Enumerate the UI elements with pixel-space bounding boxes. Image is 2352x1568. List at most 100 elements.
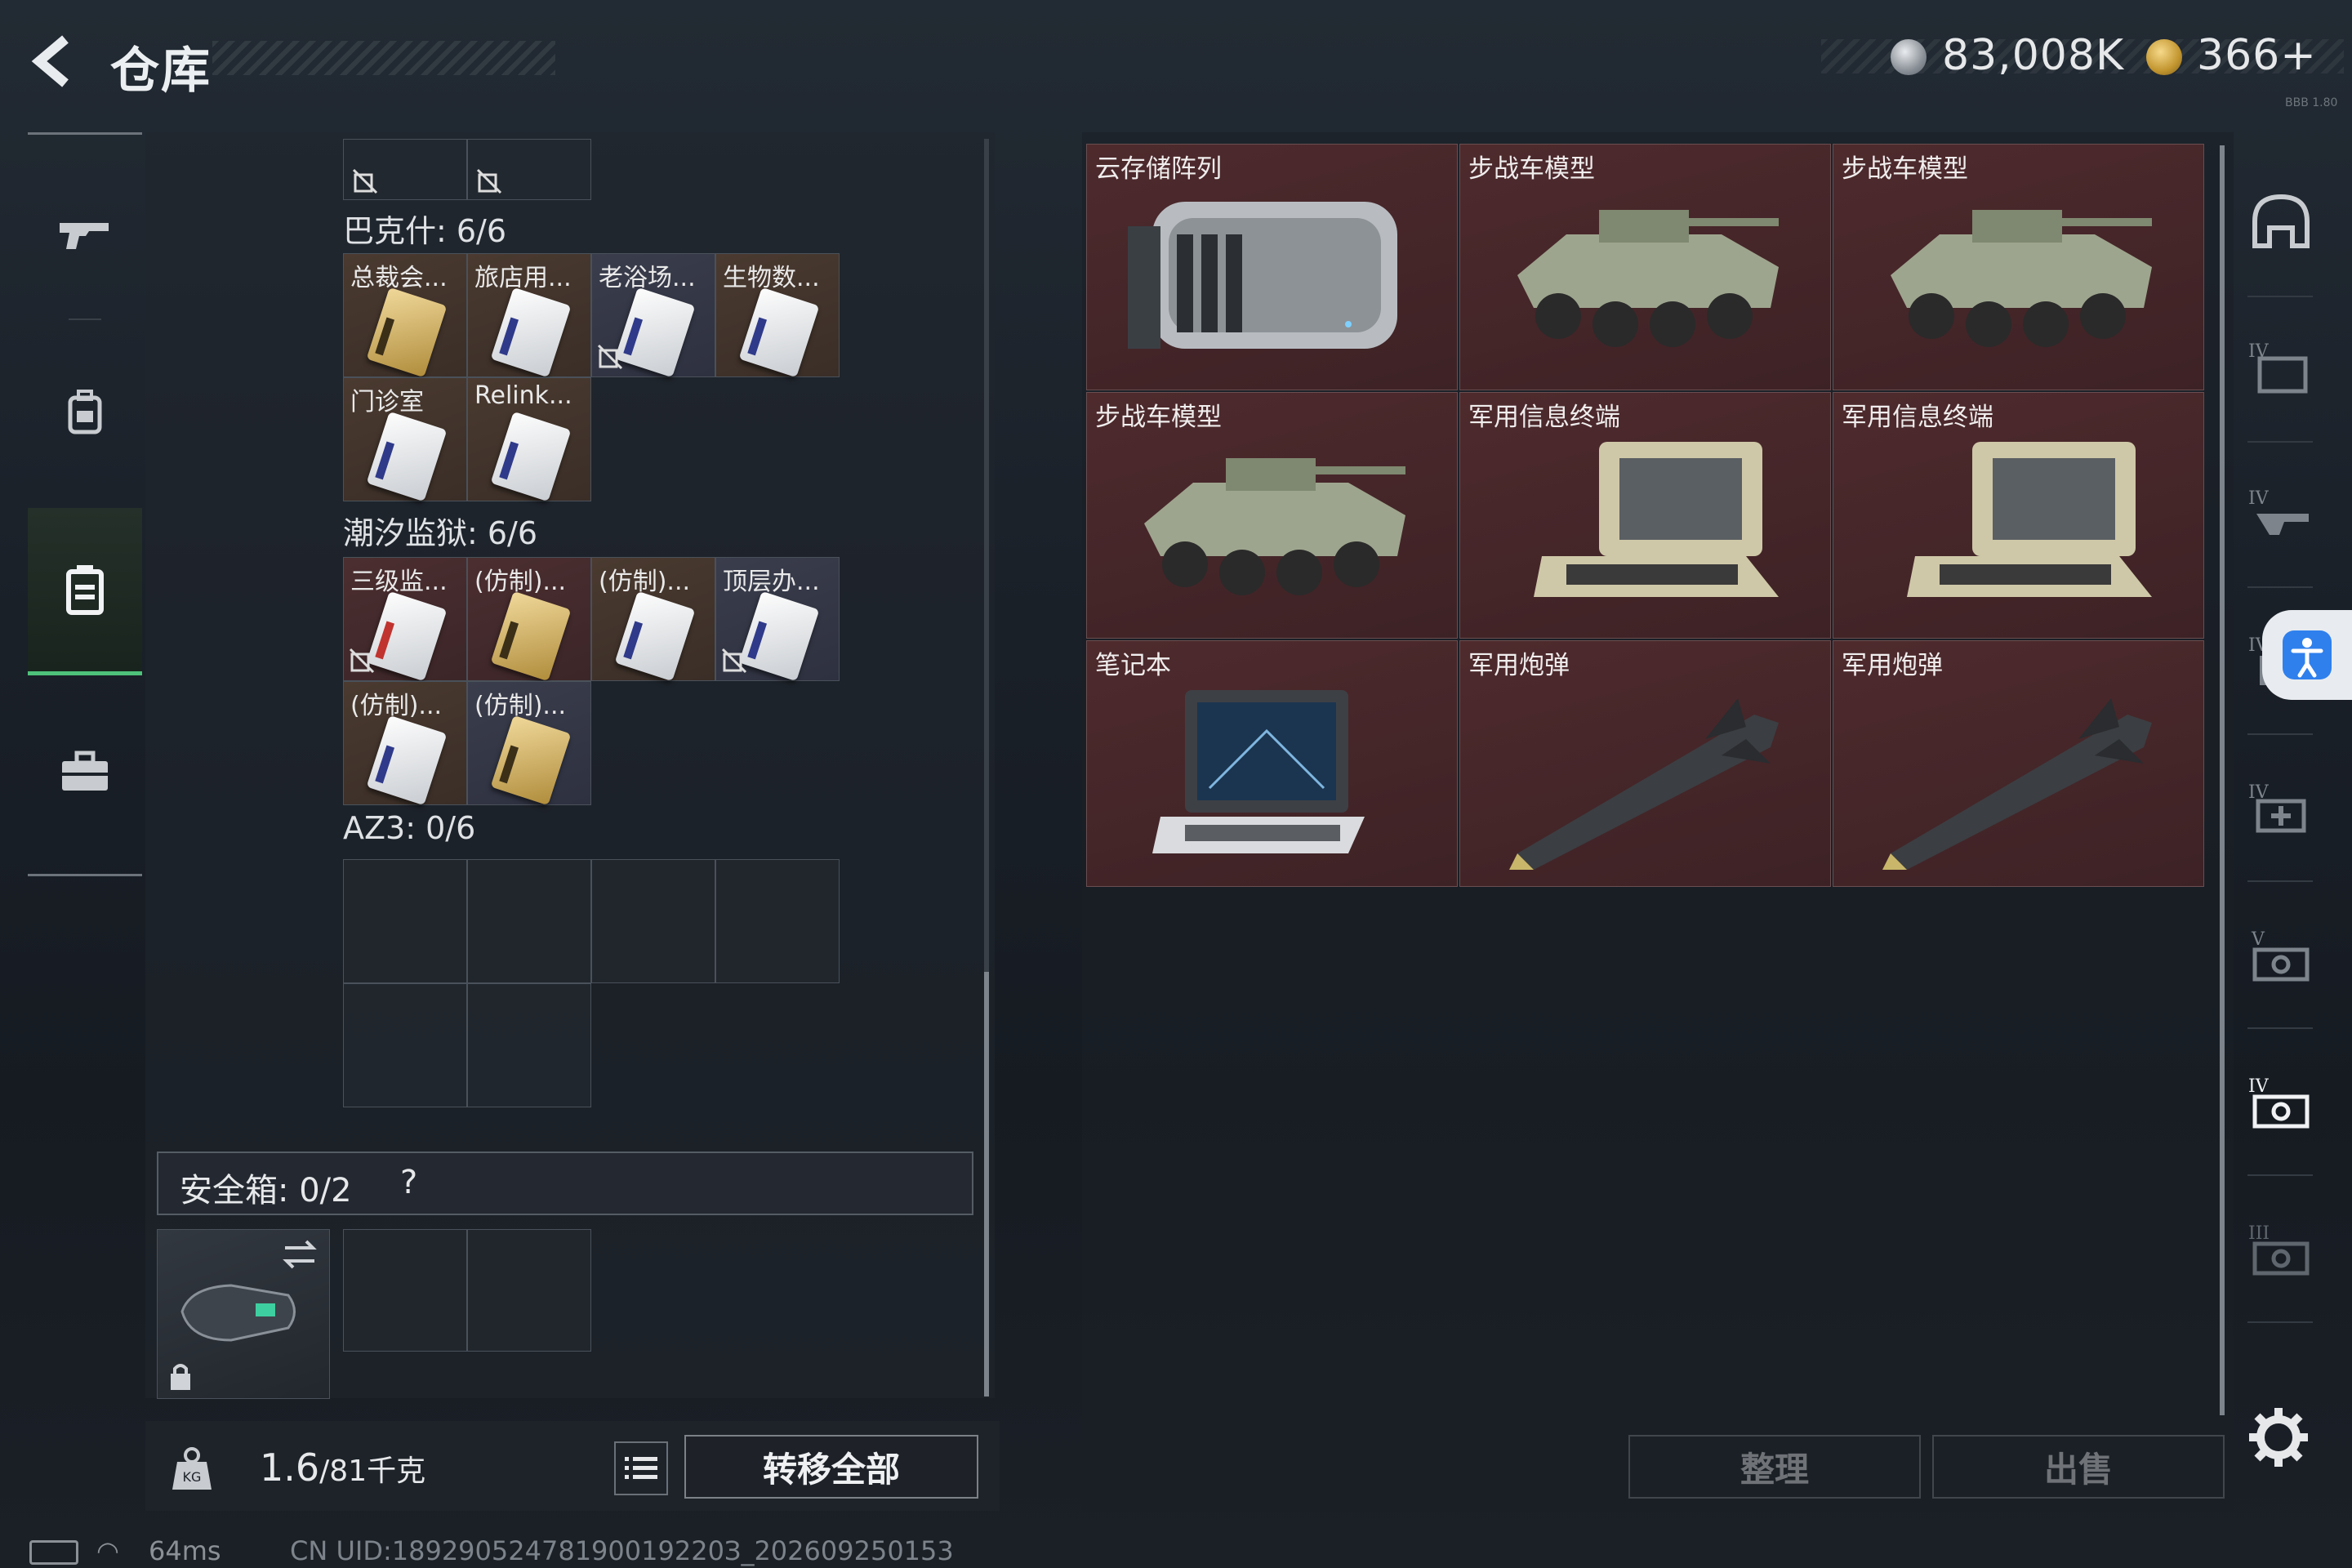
key-slot[interactable] bbox=[467, 139, 591, 200]
keycard-slot[interactable]: 三级监... bbox=[343, 557, 467, 682]
keycard-slot[interactable]: 门诊室 bbox=[343, 377, 467, 502]
rail-filter-valuables-3[interactable]: III bbox=[2228, 1180, 2334, 1319]
safebox-slot[interactable] bbox=[343, 1229, 467, 1352]
keycard-slot[interactable]: Relink... bbox=[467, 377, 591, 502]
item-label: 三级监... bbox=[350, 568, 448, 596]
ifv-model-icon bbox=[1144, 458, 1405, 595]
weapon-category-icon: IV bbox=[2248, 488, 2309, 535]
keycard-slot[interactable]: (仿制)... bbox=[591, 557, 715, 682]
valuables-category-icon-active: IV bbox=[2248, 1076, 2310, 1129]
section-label: 巴克什: 6/6 bbox=[343, 213, 507, 249]
stash-item[interactable]: 步战车模型 bbox=[1086, 392, 1458, 639]
backpack-icon bbox=[68, 390, 102, 434]
keycard-icon bbox=[490, 411, 572, 502]
safebox-slot[interactable] bbox=[467, 1229, 591, 1352]
rail-divider bbox=[2247, 880, 2313, 882]
list-view-button[interactable] bbox=[614, 1441, 668, 1495]
keycard-slot[interactable]: 旅店用... bbox=[467, 253, 591, 378]
rail-backpack[interactable] bbox=[28, 331, 142, 494]
keycard-slot[interactable]: 总裁会... bbox=[343, 253, 467, 378]
rail-filter-valuables-4[interactable]: IV bbox=[2228, 1033, 2334, 1172]
accessibility-icon bbox=[2283, 630, 2332, 679]
unlinked-icon bbox=[352, 168, 378, 194]
stash-item[interactable]: 军用炮弹 bbox=[1459, 640, 1831, 887]
rail-divider bbox=[2247, 1027, 2313, 1029]
settings-gear-icon[interactable] bbox=[2246, 1405, 2311, 1470]
weapon-icon bbox=[60, 223, 109, 249]
stash-item[interactable]: 军用炮弹 bbox=[1833, 640, 2204, 887]
empty-slot[interactable] bbox=[343, 859, 467, 983]
svg-text:IV: IV bbox=[2248, 488, 2270, 509]
empty-slot[interactable] bbox=[467, 859, 591, 983]
keycard-slot[interactable]: (仿制)... bbox=[467, 681, 591, 806]
stash-item[interactable]: 步战车模型 bbox=[1459, 144, 1831, 390]
lock-icon bbox=[171, 1364, 190, 1390]
unlinked-icon bbox=[349, 648, 375, 674]
gold-balance[interactable]: 366+ bbox=[2197, 31, 2317, 80]
help-button[interactable]: ? bbox=[400, 1164, 417, 1201]
keycard-slot[interactable]: 顶层办... bbox=[715, 557, 840, 682]
list-icon bbox=[625, 1457, 657, 1479]
rail-toolbox[interactable] bbox=[28, 690, 142, 853]
rail-filter-valuables-5[interactable]: V bbox=[2228, 886, 2334, 1025]
title-stripe bbox=[212, 41, 555, 75]
keycard-slot[interactable]: 生物数... bbox=[715, 253, 840, 378]
unlinked-icon bbox=[476, 168, 502, 194]
ifv-model-icon bbox=[1517, 210, 1779, 347]
item-label: Relink... bbox=[474, 381, 572, 410]
keycard-icon bbox=[490, 287, 572, 378]
rail-divider bbox=[2247, 441, 2313, 443]
item-label: (仿制)... bbox=[350, 692, 443, 720]
keycard-icon bbox=[614, 590, 696, 682]
item-label: 门诊室 bbox=[350, 388, 424, 416]
keycard-icon bbox=[366, 287, 448, 378]
rail-filter-weapons[interactable]: IV bbox=[2228, 445, 2334, 584]
keycard-icon bbox=[738, 287, 820, 378]
rail-weapon[interactable] bbox=[28, 151, 142, 314]
svg-text:III: III bbox=[2248, 1223, 2270, 1244]
empty-slot[interactable] bbox=[715, 859, 840, 983]
latency: 64ms bbox=[149, 1535, 221, 1566]
accessibility-button[interactable] bbox=[2262, 610, 2352, 700]
rail-helmet[interactable] bbox=[2228, 151, 2334, 290]
swap-icon[interactable] bbox=[280, 1238, 319, 1271]
document-category-icon: IV bbox=[2248, 341, 2308, 394]
right-scrollbar[interactable] bbox=[2220, 145, 2225, 1415]
keycard-icon bbox=[738, 590, 820, 682]
empty-slot[interactable] bbox=[591, 859, 715, 983]
rail-filter-medical[interactable]: IV bbox=[2228, 739, 2334, 878]
section-label: AZ3: 0/6 bbox=[343, 810, 476, 846]
keycard-slot[interactable]: (仿制)... bbox=[467, 557, 591, 682]
rail-filter-documents[interactable]: IV bbox=[2228, 298, 2334, 437]
weight-capacity: /81 bbox=[319, 1454, 368, 1488]
keycard-slot[interactable]: (仿制)... bbox=[343, 681, 467, 806]
item-label: 总裁会... bbox=[350, 264, 448, 292]
artillery-shell-icon bbox=[1509, 698, 1779, 870]
key-slot[interactable] bbox=[343, 139, 467, 200]
empty-slot[interactable] bbox=[467, 983, 591, 1107]
stash-item[interactable]: 军用信息终端 bbox=[1459, 392, 1831, 639]
keycard-icon bbox=[490, 590, 572, 682]
stash-item[interactable]: 步战车模型 bbox=[1833, 144, 2204, 390]
gold-coin-icon bbox=[2146, 39, 2182, 75]
stash-item[interactable]: 军用信息终端 bbox=[1833, 392, 2204, 639]
stash-item[interactable]: 笔记本 bbox=[1086, 640, 1458, 887]
helmet-icon bbox=[2252, 194, 2310, 248]
empty-slot[interactable] bbox=[343, 983, 467, 1107]
wifi-icon: ◠ bbox=[96, 1535, 119, 1566]
item-label: (仿制)... bbox=[474, 692, 567, 720]
transfer-all-button[interactable]: 转移全部 bbox=[684, 1435, 978, 1499]
keycard-slot[interactable]: 老浴场... bbox=[591, 253, 715, 378]
safebox-item[interactable] bbox=[157, 1229, 330, 1399]
rail-divider bbox=[2247, 1321, 2313, 1323]
valuables-category-icon: III bbox=[2248, 1223, 2310, 1276]
stash-item[interactable]: 云存储阵列 bbox=[1086, 144, 1458, 390]
rail-container[interactable] bbox=[28, 508, 142, 675]
page-title: 仓库 bbox=[110, 42, 212, 100]
left-scrollbar[interactable] bbox=[984, 972, 989, 1396]
back-arrow-icon[interactable] bbox=[24, 33, 90, 90]
rail-divider bbox=[2247, 733, 2313, 735]
current-weight: 1.6 bbox=[260, 1446, 320, 1490]
silver-balance: 83,008K bbox=[1942, 31, 2125, 80]
artillery-shell-icon bbox=[1882, 698, 2152, 870]
